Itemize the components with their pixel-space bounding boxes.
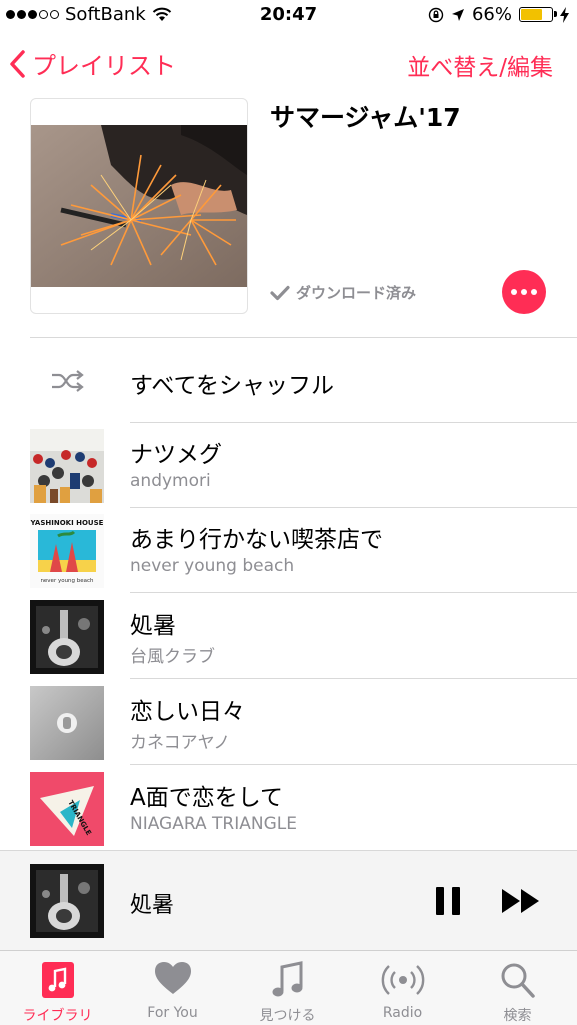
tab-for-you[interactable]: For You bbox=[115, 951, 230, 1025]
song-title: あまり行かない喫茶店で bbox=[130, 527, 383, 553]
album-art-text: YASHINOKI HOUSE bbox=[30, 519, 104, 527]
tab-browse[interactable]: 見つける bbox=[230, 951, 345, 1025]
song-artist: andymori bbox=[130, 471, 211, 491]
charging-bolt-icon bbox=[560, 6, 569, 23]
more-dot bbox=[531, 289, 537, 295]
row-divider bbox=[130, 764, 577, 765]
song-artist: never young beach bbox=[130, 556, 295, 576]
pause-icon bbox=[452, 887, 460, 915]
song-title: 恋しい日々 bbox=[130, 699, 245, 725]
song-artwork bbox=[30, 429, 104, 503]
song-artwork: YASHINOKI HOUSE never young beach bbox=[30, 514, 104, 588]
download-status-label: ダウンロード済み bbox=[296, 284, 417, 302]
orientation-lock-icon bbox=[428, 7, 444, 22]
tab-label: For You bbox=[147, 1005, 198, 1021]
album-art-text: never young beach bbox=[40, 578, 94, 584]
radio-icon bbox=[381, 965, 424, 995]
mini-player[interactable]: 処暑 bbox=[0, 850, 577, 951]
tab-label: 検索 bbox=[503, 1008, 532, 1024]
now-playing-title: 処暑 bbox=[130, 893, 175, 918]
song-title: ナツメグ bbox=[130, 442, 222, 468]
shuffle-icon bbox=[52, 370, 84, 392]
tab-label: ライブラリ bbox=[22, 1008, 93, 1024]
more-dot bbox=[511, 289, 517, 295]
library-icon bbox=[41, 962, 74, 998]
song-row[interactable]: TRIANGLE A面で恋をして NIAGARA TRIANGLE bbox=[0, 766, 577, 851]
tab-label: Radio bbox=[382, 1005, 423, 1021]
song-artist: 台風クラブ bbox=[130, 647, 215, 667]
pause-button[interactable] bbox=[436, 887, 460, 915]
song-title: 処暑 bbox=[130, 613, 176, 639]
status-right: 66% bbox=[428, 4, 569, 25]
back-button-label: プレイリスト bbox=[32, 52, 176, 80]
shuffle-all-label: すべてをシャッフル bbox=[130, 373, 335, 399]
playlist-artwork[interactable] bbox=[30, 98, 248, 314]
playlist-artwork-image bbox=[31, 125, 247, 287]
search-icon bbox=[501, 963, 535, 998]
back-button[interactable]: プレイリスト bbox=[10, 46, 176, 81]
song-title: A面で恋をして bbox=[130, 785, 284, 811]
status-bar: SoftBank 20:47 66% bbox=[0, 0, 577, 30]
row-divider bbox=[130, 678, 577, 679]
pause-icon bbox=[436, 887, 444, 915]
tab-library[interactable]: ライブラリ bbox=[0, 951, 115, 1025]
battery-percent: 66% bbox=[471, 4, 512, 25]
heart-icon bbox=[154, 962, 191, 994]
song-artist: カネコアヤノ bbox=[130, 733, 231, 753]
tab-bar: ライブラリ For You 見つける Radio 検索 bbox=[0, 950, 577, 1025]
now-playing-artwork bbox=[30, 864, 104, 938]
song-artist: NIAGARA TRIANGLE bbox=[130, 814, 297, 834]
edit-button[interactable]: 並べ替え/編集 bbox=[407, 48, 553, 82]
song-row[interactable]: 恋しい日々 カネコアヤノ bbox=[0, 680, 577, 765]
skip-forward-button[interactable] bbox=[500, 887, 542, 915]
location-arrow-icon bbox=[451, 8, 464, 21]
song-row[interactable]: 処暑 台風クラブ bbox=[0, 594, 577, 679]
song-artwork: TRIANGLE bbox=[30, 772, 104, 846]
row-divider bbox=[130, 592, 577, 593]
shuffle-all-row[interactable]: すべてをシャッフル bbox=[0, 340, 577, 422]
song-row[interactable]: ナツメグ andymori bbox=[0, 423, 577, 508]
song-row[interactable]: YASHINOKI HOUSE never young beach あまり行かな… bbox=[0, 508, 577, 593]
checkmark-icon bbox=[270, 285, 290, 300]
divider bbox=[30, 337, 577, 338]
song-artwork bbox=[30, 600, 104, 674]
playlist-title: サマージャム'17 bbox=[270, 103, 461, 132]
song-artwork bbox=[30, 686, 104, 760]
tab-radio[interactable]: Radio bbox=[345, 951, 460, 1025]
music-note-icon bbox=[272, 961, 302, 997]
chevron-left-icon bbox=[10, 49, 25, 78]
more-dot bbox=[521, 289, 527, 295]
more-options-button[interactable] bbox=[502, 270, 546, 314]
download-status: ダウンロード済み bbox=[270, 282, 416, 303]
tab-label: 見つける bbox=[259, 1008, 316, 1024]
tab-search[interactable]: 検索 bbox=[460, 951, 575, 1025]
battery-icon bbox=[519, 7, 557, 22]
